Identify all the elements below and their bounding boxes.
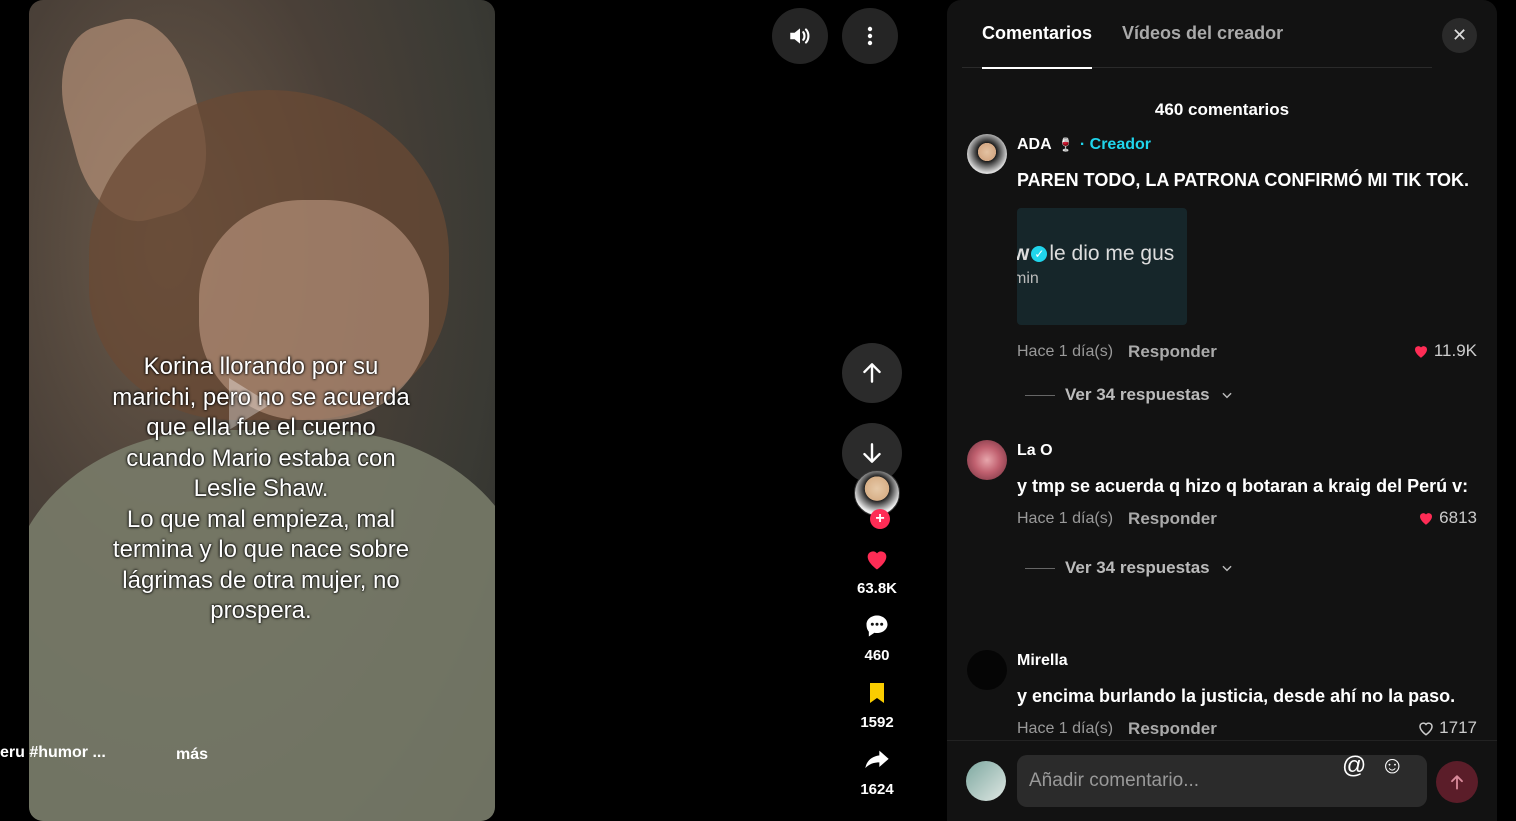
divider <box>1025 567 1055 569</box>
volume-button[interactable] <box>772 8 828 64</box>
panel-tabs: Comentarios Vídeos del creador <box>962 0 1432 69</box>
arrow-up-icon <box>1451 775 1463 790</box>
heart-icon <box>1420 513 1433 525</box>
heart-outline-icon <box>1419 722 1433 736</box>
save-action[interactable]: 1592 <box>860 678 894 731</box>
share-action[interactable]: 1624 <box>860 745 894 798</box>
view-replies-button[interactable]: Ver 34 respuestas <box>1017 558 1477 578</box>
video-caption: Korina llorando por su marichi, pero no … <box>112 353 410 624</box>
comment-attachment-image[interactable]: w ✓ le dio me gus min <box>1017 208 1187 325</box>
comment-like-button[interactable]: 1717 <box>1417 718 1477 736</box>
mention-icon[interactable]: @ <box>1342 752 1366 780</box>
tab-creator-videos[interactable]: Vídeos del creador <box>1122 0 1283 68</box>
comment-time: Hace 1 día(s) <box>1017 720 1114 736</box>
comment-icon <box>866 615 888 637</box>
close-button[interactable]: ✕ <box>1442 18 1477 53</box>
heart-icon <box>867 551 887 570</box>
comment-text: PAREN TODO, LA PATRONA CONFIRMÓ MI TIK T… <box>1017 170 1469 190</box>
chevron-down-icon <box>1222 565 1232 572</box>
send-button[interactable] <box>1436 761 1478 803</box>
save-count: 1592 <box>860 714 894 731</box>
attachment-text-3: min <box>1017 270 1039 287</box>
divider <box>1025 394 1055 396</box>
reply-button[interactable]: Responder <box>1128 719 1217 736</box>
comment-like-button[interactable]: 6813 <box>1417 508 1477 528</box>
arrow-up-icon <box>863 363 881 383</box>
previous-video-button[interactable] <box>842 343 902 403</box>
comment-like-count: 1717 <box>1439 718 1477 736</box>
follow-button[interactable]: + <box>870 509 890 529</box>
share-icon <box>865 750 889 769</box>
comment-author[interactable]: ADA <box>1017 136 1052 154</box>
comment-author[interactable]: Mirella <box>1017 652 1068 670</box>
attachment-text-2: le dio me gus <box>1049 242 1175 265</box>
comment-action[interactable]: 460 <box>862 611 892 664</box>
comments-panel: Comentarios Vídeos del creador ✕ 460 com… <box>947 0 1497 821</box>
like-count: 63.8K <box>856 580 898 597</box>
comment-item: Mirella y encima burlando la justicia, d… <box>967 650 1477 736</box>
volume-icon <box>790 28 810 44</box>
avatar[interactable] <box>967 650 1007 690</box>
comment-total: 460 comentarios <box>1154 100 1290 119</box>
like-action[interactable]: 63.8K <box>857 544 897 597</box>
arrow-down-icon <box>863 443 881 463</box>
avatar[interactable] <box>967 134 1007 174</box>
user-avatar[interactable] <box>966 761 1006 801</box>
comment-input-bar: Añadir comentario... @ ☺ <box>947 740 1497 821</box>
comment-text: y encima burlando la justicia, desde ahí… <box>1017 686 1456 706</box>
view-replies-button[interactable]: Ver 34 respuestas <box>1017 385 1477 405</box>
creator-avatar[interactable]: + <box>854 470 900 529</box>
avatar[interactable] <box>967 440 1007 480</box>
comment-time: Hace 1 día(s) <box>1017 510 1114 527</box>
reply-button[interactable]: Responder <box>1128 342 1217 362</box>
share-count: 1624 <box>860 781 894 798</box>
tab-comments[interactable]: Comentarios <box>982 0 1093 69</box>
emoji-icon: 🍷 <box>1057 137 1074 152</box>
more-options-button[interactable] <box>842 8 898 64</box>
emoji-picker-icon[interactable]: ☺ <box>1380 752 1405 780</box>
view-replies-label: Ver 34 respuestas <box>1065 385 1210 404</box>
video-player[interactable]: Korina llorando por su marichi, pero no … <box>29 0 495 821</box>
comment-text: y tmp se acuerda q hizo q botaran a krai… <box>1017 476 1469 496</box>
video-description: eru #humor ... <box>0 744 106 761</box>
more-link[interactable]: más <box>176 746 208 764</box>
action-bar: + 63.8K 460 1592 1624 <box>846 470 908 798</box>
bookmark-icon <box>870 683 884 703</box>
comment-like-count: 11.9K <box>1433 341 1477 360</box>
reply-button[interactable]: Responder <box>1128 509 1217 529</box>
comment-time: Hace 1 día(s) <box>1017 343 1114 360</box>
attachment-text-1: w <box>1017 242 1030 265</box>
more-vertical-icon <box>867 26 873 46</box>
comment-author[interactable]: La O <box>1017 442 1053 460</box>
verified-icon: ✓ <box>1031 246 1048 263</box>
comment-like-button[interactable]: 11.9K <box>1412 341 1477 361</box>
comment-count: 460 <box>864 647 890 664</box>
tiktok-viewer: Korina llorando por su marichi, pero no … <box>0 0 1516 821</box>
heart-icon <box>1414 346 1427 358</box>
creator-badge: · Creador <box>1079 136 1151 153</box>
view-replies-label: Ver 34 respuestas <box>1065 558 1210 577</box>
comment-like-count: 6813 <box>1439 508 1477 527</box>
chevron-down-icon <box>1222 392 1232 399</box>
